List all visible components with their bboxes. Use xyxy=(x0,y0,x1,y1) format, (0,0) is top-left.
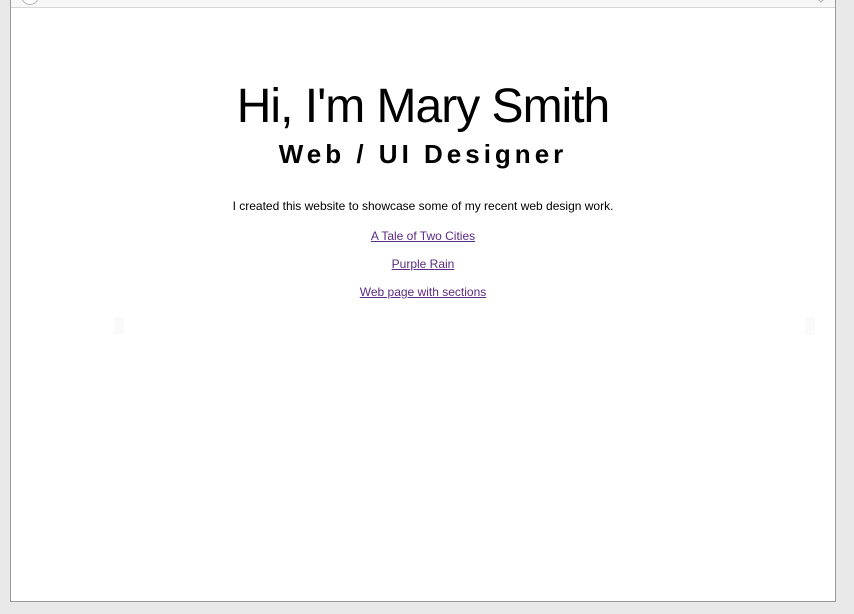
page-subtitle: Web / UI Designer xyxy=(278,139,568,169)
browser-window: Hi, I'm Mary Smith Web / UI Designer I c… xyxy=(10,0,836,602)
window-resize-icon xyxy=(815,0,827,3)
link-web-page-with-sections[interactable]: Web page with sections xyxy=(360,284,487,300)
page-title: Hi, I'm Mary Smith xyxy=(236,80,611,133)
link-purple-rain[interactable]: Purple Rain xyxy=(392,256,455,272)
link-a-tale-of-two-cities[interactable]: A Tale of Two Cities xyxy=(371,228,475,244)
screen: Hi, I'm Mary Smith Web / UI Designer I c… xyxy=(0,0,854,614)
project-links: A Tale of Two Cities Purple Rain Web pag… xyxy=(11,228,835,300)
intro-text: I created this website to showcase some … xyxy=(232,199,614,213)
right-side-hint xyxy=(805,317,815,335)
left-side-hint xyxy=(114,317,124,335)
window-corner-control-icon xyxy=(21,0,39,5)
page-content: Hi, I'm Mary Smith Web / UI Designer I c… xyxy=(11,7,835,601)
